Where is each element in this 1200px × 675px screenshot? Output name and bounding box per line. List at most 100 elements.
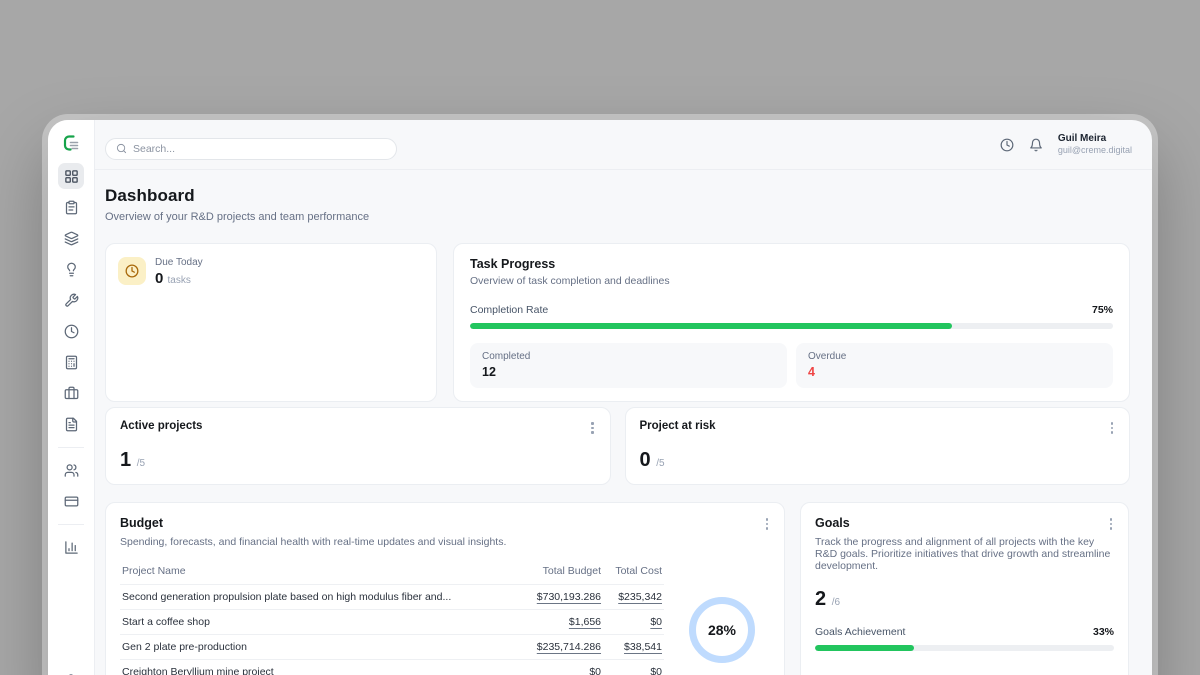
bar-chart-icon bbox=[64, 540, 79, 555]
budget-usage-gauge: 28% bbox=[689, 597, 755, 663]
goals-card: Goals Track the progress and alignment o… bbox=[800, 502, 1129, 675]
goals-total: /6 bbox=[832, 597, 840, 608]
search-input[interactable]: Search... bbox=[105, 138, 397, 160]
completion-rate-bar-fill bbox=[470, 323, 952, 329]
goals-title: Goals bbox=[815, 516, 850, 530]
task-progress-subtitle: Overview of task completion and deadline… bbox=[470, 275, 1113, 287]
sidebar-item-team[interactable] bbox=[58, 457, 84, 483]
kebab-menu-button[interactable] bbox=[1108, 516, 1115, 532]
total-cost-cell[interactable]: $0 bbox=[650, 666, 662, 675]
total-cost-cell[interactable]: $0 bbox=[650, 616, 662, 628]
goals-achievement-value: 33% bbox=[1093, 626, 1114, 638]
total-budget-cell[interactable]: $1,656 bbox=[569, 616, 601, 628]
dashboard-content: Dashboard Overview of your R&D projects … bbox=[95, 170, 1152, 675]
clipboard-tasks-icon bbox=[64, 200, 79, 215]
goals-achievement-label: Goals Achievement bbox=[815, 626, 905, 638]
briefcase-icon bbox=[64, 386, 79, 401]
due-today-card: Due Today 0 tasks bbox=[105, 243, 437, 402]
overdue-stat: Overdue 4 bbox=[796, 343, 1113, 388]
project-name-cell: Start a coffee shop bbox=[120, 609, 521, 634]
table-row[interactable]: Creighton Beryllium mine project $0 $0 bbox=[120, 659, 664, 675]
budget-title: Budget bbox=[120, 516, 163, 530]
budget-usage-percent: 28% bbox=[708, 622, 736, 638]
completion-rate-label: Completion Rate bbox=[470, 304, 548, 316]
completion-rate-value: 75% bbox=[1092, 304, 1113, 316]
kebab-menu-button[interactable] bbox=[1109, 420, 1116, 436]
sidebar-item-billing[interactable] bbox=[58, 488, 84, 514]
sidebar: V1.0 bbox=[48, 120, 95, 675]
project-at-risk-total: /5 bbox=[656, 458, 664, 469]
sidebar-item-analytics[interactable] bbox=[58, 534, 84, 560]
user-name: Guil Meira bbox=[1058, 133, 1132, 146]
user-email: guil@creme.digital bbox=[1058, 145, 1132, 156]
app-window: V1.0 Search... Guil Meira guil@creme.dig… bbox=[48, 120, 1152, 675]
clock-icon bbox=[64, 324, 79, 339]
completed-value: 12 bbox=[482, 365, 775, 379]
completed-stat: Completed 12 bbox=[470, 343, 787, 388]
sidebar-item-projects[interactable] bbox=[58, 225, 84, 251]
project-name-cell: Creighton Beryllium mine project bbox=[120, 659, 521, 675]
sidebar-item-portfolio[interactable] bbox=[58, 380, 84, 406]
sidebar-item-ideas[interactable] bbox=[58, 256, 84, 282]
kebab-menu-button[interactable] bbox=[589, 420, 596, 436]
due-today-unit: tasks bbox=[168, 275, 191, 286]
completion-rate-bar bbox=[470, 323, 1113, 329]
column-header-total-budget: Total Budget bbox=[521, 558, 603, 585]
active-projects-title: Active projects bbox=[120, 420, 202, 432]
overdue-label: Overdue bbox=[808, 351, 1101, 362]
table-row[interactable]: Gen 2 plate pre-production $235,714.286 … bbox=[120, 634, 664, 659]
active-projects-total: /5 bbox=[137, 458, 145, 469]
notifications-bell-button[interactable] bbox=[1029, 138, 1043, 152]
history-clock-button[interactable] bbox=[1000, 138, 1014, 152]
goals-achievement-bar bbox=[815, 645, 1114, 651]
budget-table: Project Name Total Budget Total Cost Sec… bbox=[120, 558, 664, 675]
goals-achievement-bar-fill bbox=[815, 645, 914, 651]
table-row[interactable]: Second generation propulsion plate based… bbox=[120, 584, 664, 609]
completed-label: Completed bbox=[482, 351, 775, 362]
project-name-cell: Second generation propulsion plate based… bbox=[120, 584, 521, 609]
page-title: Dashboard bbox=[105, 186, 1130, 206]
sidebar-item-dashboard[interactable] bbox=[58, 163, 84, 189]
sidebar-divider bbox=[58, 524, 84, 525]
sidebar-item-time[interactable] bbox=[58, 318, 84, 344]
topbar: Search... Guil Meira guil@creme.digital bbox=[95, 120, 1152, 170]
clock-icon bbox=[125, 264, 139, 278]
budget-card: Budget Spending, forecasts, and financia… bbox=[105, 502, 785, 675]
search-icon bbox=[116, 143, 127, 154]
document-icon bbox=[64, 417, 79, 432]
wrench-icon bbox=[64, 293, 79, 308]
column-header-project-name: Project Name bbox=[120, 558, 521, 585]
credit-card-icon bbox=[64, 494, 79, 509]
sidebar-item-budgeting[interactable] bbox=[58, 349, 84, 375]
total-cost-cell[interactable]: $38,541 bbox=[624, 641, 662, 653]
kebab-menu-button[interactable] bbox=[764, 516, 771, 532]
due-today-label: Due Today bbox=[155, 257, 203, 268]
active-projects-value: 1 /5 bbox=[120, 449, 596, 472]
user-menu[interactable]: Guil Meira guil@creme.digital bbox=[1058, 133, 1132, 157]
total-budget-cell[interactable]: $235,714.286 bbox=[537, 641, 601, 653]
page-subtitle: Overview of your R&D projects and team p… bbox=[105, 211, 1130, 223]
layers-icon bbox=[64, 231, 79, 246]
users-icon bbox=[64, 463, 79, 478]
task-progress-card: Task Progress Overview of task completio… bbox=[453, 243, 1130, 402]
project-at-risk-card: Project at risk 0 /5 bbox=[625, 407, 1131, 485]
project-at-risk-title: Project at risk bbox=[640, 420, 716, 432]
sidebar-item-tools[interactable] bbox=[58, 287, 84, 313]
search-placeholder: Search... bbox=[133, 143, 175, 155]
budget-subtitle: Spending, forecasts, and financial healt… bbox=[120, 536, 770, 548]
column-header-total-cost: Total Cost bbox=[603, 558, 664, 585]
sidebar-divider bbox=[58, 447, 84, 448]
calculator-icon bbox=[64, 355, 79, 370]
lightbulb-icon bbox=[64, 262, 79, 277]
table-row[interactable]: Start a coffee shop $1,656 $0 bbox=[120, 609, 664, 634]
task-progress-title: Task Progress bbox=[470, 257, 1113, 271]
sidebar-item-documents[interactable] bbox=[58, 411, 84, 437]
active-projects-card: Active projects 1 /5 bbox=[105, 407, 611, 485]
total-budget-cell[interactable]: $730,193.286 bbox=[537, 591, 601, 603]
total-budget-cell[interactable]: $0 bbox=[589, 666, 601, 675]
total-cost-cell[interactable]: $235,342 bbox=[618, 591, 662, 603]
project-name-cell: Gen 2 plate pre-production bbox=[120, 634, 521, 659]
main-area: Search... Guil Meira guil@creme.digital … bbox=[95, 120, 1152, 675]
sidebar-item-tasks[interactable] bbox=[58, 194, 84, 220]
due-today-value: 0 tasks bbox=[155, 270, 203, 287]
